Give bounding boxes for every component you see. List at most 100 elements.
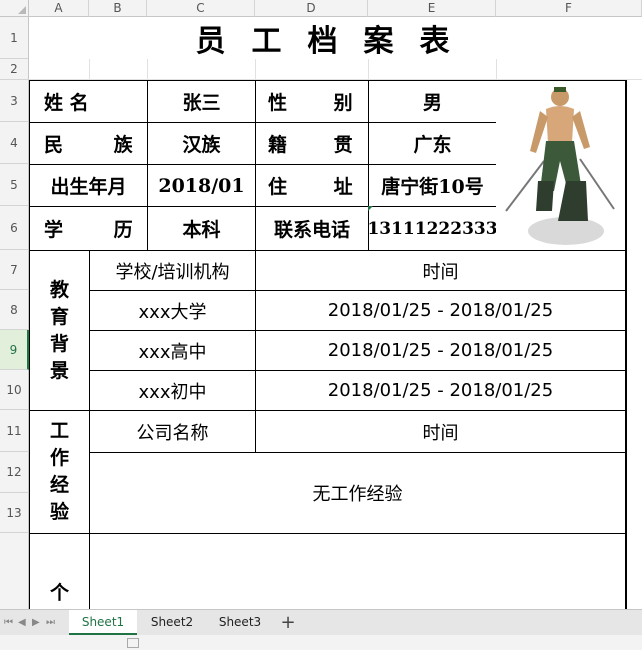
origin-label-cell[interactable]: 籍 贯 <box>255 122 369 165</box>
company-header: 公司名称 <box>136 422 209 444</box>
row-header-12[interactable]: 12 <box>0 452 29 493</box>
row-header-11[interactable]: 11 <box>0 410 29 452</box>
row-number: 8 <box>10 302 18 317</box>
row-number: 7 <box>10 262 18 277</box>
phone-value-cell[interactable]: 13111222333 <box>367 206 498 251</box>
table-row[interactable]: 2018/01/25 - 2018/01/25 <box>255 290 626 331</box>
name-label: 姓 名 <box>44 92 89 114</box>
add-sheet-button[interactable]: + <box>276 610 300 635</box>
row-number: 6 <box>10 220 18 235</box>
work-time-header-cell[interactable]: 时间 <box>255 410 626 453</box>
address-value-cell[interactable]: 唐宁街10号 <box>368 164 497 207</box>
table-row[interactable]: xxx大学 <box>89 290 256 331</box>
education-label-char: 景 <box>49 359 69 382</box>
sheet-title-cell[interactable]: 员工档案表 <box>29 17 642 59</box>
ethnic-label: 民 族 <box>44 134 133 156</box>
gender-label: 性 别 <box>268 92 353 114</box>
row-header-13[interactable]: 13 <box>0 493 29 533</box>
row-header-4[interactable]: 4 <box>0 122 29 164</box>
photo-cell[interactable] <box>496 80 626 251</box>
school-name: xxx高中 <box>138 341 207 363</box>
row-number: 10 <box>6 382 22 397</box>
origin-value-cell[interactable]: 广东 <box>368 122 497 165</box>
edu-label: 学 历 <box>44 219 133 241</box>
row-header-8[interactable]: 8 <box>0 290 29 330</box>
name-value: 张三 <box>182 92 221 114</box>
last-sheet-icon[interactable]: ⏭ <box>46 610 56 635</box>
row-number: 2 <box>10 62 18 76</box>
next-sheet-icon[interactable]: ▶ <box>32 610 42 635</box>
edu-time-header: 时间 <box>422 261 459 283</box>
personal-label-char: 个 <box>49 582 69 604</box>
prev-sheet-icon[interactable]: ◀ <box>18 610 28 635</box>
school-name: xxx初中 <box>138 381 207 403</box>
edu-time: 2018/01/25 - 2018/01/25 <box>327 300 554 321</box>
table-row[interactable]: xxx高中 <box>89 330 256 371</box>
gender-value: 男 <box>422 92 442 114</box>
gender-value-cell[interactable]: 男 <box>368 80 497 123</box>
row-header-10[interactable]: 10 <box>0 370 29 410</box>
row-header-7[interactable]: 7 <box>0 250 29 290</box>
row-number: 9 <box>9 342 18 357</box>
address-value: 唐宁街10号 <box>381 176 484 198</box>
tab-sheet3[interactable]: Sheet3 <box>206 610 274 635</box>
ethnic-value-cell[interactable]: 汉族 <box>147 122 256 165</box>
ethnic-label-cell[interactable]: 民 族 <box>29 122 148 165</box>
table-row[interactable]: xxx初中 <box>89 370 256 411</box>
school-header: 学校/培训机构 <box>115 261 230 283</box>
work-section-label[interactable]: 工 作 经 验 <box>29 410 90 534</box>
gender-label-cell[interactable]: 性 别 <box>255 80 369 123</box>
row-number: 3 <box>10 93 18 108</box>
row-number: 4 <box>10 135 18 150</box>
column-header-a[interactable]: A <box>29 0 89 17</box>
row-header-9[interactable]: 9 <box>0 330 29 370</box>
photo-icon <box>505 87 615 245</box>
row-number: 13 <box>6 505 22 520</box>
tab-sheet2[interactable]: Sheet2 <box>138 610 206 635</box>
origin-label: 籍 贯 <box>268 134 353 156</box>
first-sheet-icon[interactable]: ⏮ <box>4 610 14 635</box>
row-header-2[interactable]: 2 <box>0 59 29 80</box>
row-header-6[interactable]: 6 <box>0 206 29 250</box>
birth-value: 2018/01 <box>158 174 245 197</box>
column-header-c[interactable]: C <box>147 0 255 17</box>
birth-label-cell[interactable]: 出生年月 <box>29 164 148 207</box>
column-header-d[interactable]: D <box>255 0 368 17</box>
phone-label-cell[interactable]: 联系电话 <box>255 206 369 251</box>
address-label-cell[interactable]: 住 址 <box>255 164 369 207</box>
row-number: 12 <box>6 465 22 479</box>
record-macro-icon[interactable] <box>127 638 139 648</box>
table-row[interactable]: 2018/01/25 - 2018/01/25 <box>255 330 626 371</box>
name-value-cell[interactable]: 张三 <box>147 80 256 123</box>
row-header-5[interactable]: 5 <box>0 164 29 206</box>
ethnic-value: 汉族 <box>182 134 221 156</box>
select-all-corner[interactable] <box>0 0 29 17</box>
row-header-14[interactable] <box>0 533 29 609</box>
birth-value-cell[interactable]: 2018/01 <box>147 164 256 207</box>
work-label-char: 工 <box>49 420 69 442</box>
edu-value: 本科 <box>182 219 221 241</box>
row-header-1[interactable]: 1 <box>0 17 29 59</box>
school-header-cell[interactable]: 学校/培训机构 <box>89 250 256 291</box>
work-note-cell[interactable]: 无工作经验 <box>89 452 626 534</box>
company-header-cell[interactable]: 公司名称 <box>89 410 256 453</box>
edu-label-cell[interactable]: 学 历 <box>29 206 148 251</box>
address-label: 住 址 <box>268 176 353 198</box>
column-header-b[interactable]: B <box>89 0 147 17</box>
column-header-e[interactable]: E <box>368 0 496 17</box>
tab-sheet1[interactable]: Sheet1 <box>69 610 137 635</box>
education-section-label[interactable]: 教 育 背 景 <box>29 250 90 411</box>
phone-label: 联系电话 <box>273 219 350 241</box>
row-number: 11 <box>6 423 22 438</box>
sheet-title: 员工档案表 <box>195 24 476 59</box>
column-header-f[interactable]: F <box>496 0 642 17</box>
comment-indicator-icon <box>368 206 373 211</box>
birth-label: 出生年月 <box>50 176 127 198</box>
edu-time-header-cell[interactable]: 时间 <box>255 250 626 291</box>
education-label-char: 育 <box>49 305 69 328</box>
table-row[interactable]: 2018/01/25 - 2018/01/25 <box>255 370 626 411</box>
row-header-3[interactable]: 3 <box>0 80 29 122</box>
edu-value-cell[interactable]: 本科 <box>147 206 256 251</box>
school-name: xxx大学 <box>138 301 207 323</box>
name-label-cell[interactable]: 姓 名 <box>29 80 148 123</box>
